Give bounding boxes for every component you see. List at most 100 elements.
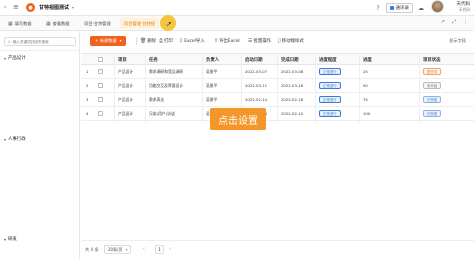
pointer-icon: ➚ — [166, 20, 172, 28]
page-size-value: 20条/页 — [108, 246, 123, 252]
app-title[interactable]: 甘特视图测试 — [39, 4, 69, 11]
delete-button[interactable]: 🗑 删除 — [140, 38, 156, 44]
app-logo: ● — [26, 3, 35, 12]
col-owner[interactable]: 负责人 — [206, 57, 219, 63]
mobile-style-button[interactable]: ▯ 移动端样式 — [278, 38, 304, 44]
tab-fill-data[interactable]: ▦ 填写数据 — [4, 18, 36, 29]
row-checkbox[interactable] — [98, 69, 103, 74]
sidebar-group-rd[interactable]: ▾ 研发 — [4, 236, 17, 243]
search-input[interactable] — [12, 39, 73, 44]
progress-badge: 正常进行 — [319, 82, 341, 89]
select-all-checkbox[interactable] — [98, 57, 103, 62]
table-icon: ▦ — [46, 20, 51, 27]
col-task[interactable]: 任务 — [149, 57, 158, 63]
tool-label: 批量操作 — [253, 39, 272, 44]
menu-icon[interactable]: ≡ — [13, 3, 19, 11]
new-data-label: + 新建数据 — [95, 38, 117, 43]
column-divider — [315, 53, 316, 123]
column-divider — [114, 53, 115, 123]
progress-badge: 正常进行 — [319, 68, 341, 75]
title-bar: ‹ ≡ ● 甘特视图测试 ▾ ? 通讯录 ☁ 天代码 天代码 — [0, 0, 474, 16]
group-label: 人事行政 — [8, 137, 26, 142]
tool-label: Excel导入 — [184, 39, 205, 44]
col-project[interactable]: 项目 — [118, 57, 127, 63]
page-size-select[interactable]: 20条/页 ▾ — [104, 245, 132, 254]
total-count: 共 4 条 — [85, 247, 99, 252]
batch-ops-button[interactable]: ☰ 批量操作 — [248, 38, 271, 44]
col-end[interactable]: 完成日期 — [281, 57, 299, 63]
sidebar: ⌕ ▾ 产品设计 ▾ 人事行政 ▾ 研发 — [0, 31, 80, 259]
col-start[interactable]: 启动日期 — [245, 57, 263, 63]
sidebar-group-product[interactable]: ▾ 产品设计 — [4, 55, 26, 62]
cell-project: 产品设计 — [118, 111, 134, 116]
column-divider — [277, 53, 278, 123]
status-badge: 未开始 — [423, 82, 442, 89]
tab-view-data[interactable]: ▦ 查看数据 — [42, 18, 74, 29]
caret-down-icon: ▾ — [4, 136, 7, 142]
mobile-icon: ▯ — [278, 38, 281, 44]
avatar[interactable] — [431, 0, 444, 13]
row-checkbox[interactable] — [98, 97, 103, 102]
row-checkbox[interactable] — [98, 111, 103, 116]
row-number: 4 — [86, 111, 89, 116]
next-page-icon[interactable]: › — [169, 246, 171, 252]
expand-icon[interactable]: ⤢ — [452, 19, 456, 25]
prev-page-icon[interactable]: ‹ — [143, 246, 145, 252]
chevron-down-icon: ▾ — [125, 247, 128, 252]
progress-badge: 正常进行 — [319, 96, 341, 103]
chevron-down-icon[interactable]: ▾ — [72, 5, 74, 10]
row-number: 2 — [86, 83, 89, 88]
row-number: 1 — [86, 69, 89, 74]
contacts-icon — [389, 6, 394, 10]
batch-icon: ☰ — [248, 38, 253, 44]
sidebar-group-hr[interactable]: ▾ 人事行政 — [4, 136, 26, 143]
share-icon[interactable]: ↗ — [441, 19, 445, 25]
cell-pct: 50 — [363, 83, 368, 88]
row-checkbox[interactable] — [98, 83, 103, 88]
tool-label: 删除 — [147, 39, 157, 44]
search-icon: ⌕ — [8, 38, 11, 45]
tab-label: 项目-甘特管理 — [84, 20, 111, 26]
show-fields-button[interactable]: 显示字段 — [449, 38, 466, 44]
col-progress[interactable]: 进度 — [363, 57, 372, 63]
user-info[interactable]: 天代码 天代码 — [457, 2, 471, 12]
cloud-icon[interactable]: ☁ — [418, 5, 424, 12]
progress-badge: 正常进行 — [319, 110, 341, 117]
page-number[interactable]: 1 — [155, 245, 164, 254]
export-excel-button[interactable]: ⇧ 导出Excel — [214, 38, 240, 44]
new-data-button[interactable]: + 新建数据 ▾ — [90, 36, 127, 46]
cell-end: 2022-02-16 — [281, 97, 304, 102]
contacts-button[interactable]: 通讯录 — [385, 3, 413, 13]
tool-label: 移动端样式 — [281, 39, 304, 44]
user-org: 天代码 — [458, 7, 470, 12]
printer-icon: ⎙ — [159, 38, 164, 44]
tab-label: 项目管理-甘特视 — [124, 20, 155, 26]
status-badge: 进行中 — [423, 68, 442, 75]
chevron-down-icon: ▾ — [119, 39, 122, 43]
excel-import-button[interactable]: ⇩ Excel导入 — [179, 38, 205, 44]
col-status[interactable]: 项目状态 — [423, 57, 441, 63]
help-icon[interactable]: ? — [376, 5, 379, 12]
cell-task: 功能交互及界面设计 — [149, 83, 184, 88]
group-label: 产品设计 — [8, 56, 26, 61]
print-button[interactable]: ⎙ 打印 — [159, 38, 173, 44]
tab-gantt-view[interactable]: 项目管理-甘特视 — [120, 18, 159, 29]
status-badge: 已完成 — [423, 96, 442, 103]
cell-pct: 25 — [363, 69, 368, 74]
cell-task: 兄弟(用户)访谈 — [149, 111, 175, 116]
export-icon: ⇧ — [214, 38, 219, 44]
tab-gantt-manage[interactable]: 项目-甘特管理 — [80, 18, 115, 29]
sidebar-search[interactable]: ⌕ — [4, 37, 76, 46]
tabbar-actions: ↗ ⤢ ⋮ — [434, 19, 468, 25]
table-icon: ▦ — [8, 20, 13, 27]
cell-task: 需求表达 — [149, 97, 165, 102]
caret-down-icon: ▾ — [4, 236, 7, 242]
more-icon[interactable]: ⋮ — [463, 19, 468, 25]
back-icon[interactable]: ‹ — [4, 4, 6, 11]
tutorial-caption: 点击设置 — [210, 108, 266, 130]
col-progress-level[interactable]: 进度程度 — [319, 57, 337, 63]
caret-down-icon: ▾ — [4, 55, 7, 61]
tool-label: 打印 — [164, 39, 173, 44]
row-number: 3 — [86, 97, 89, 102]
cell-end: 2022-03-08 — [281, 69, 304, 74]
